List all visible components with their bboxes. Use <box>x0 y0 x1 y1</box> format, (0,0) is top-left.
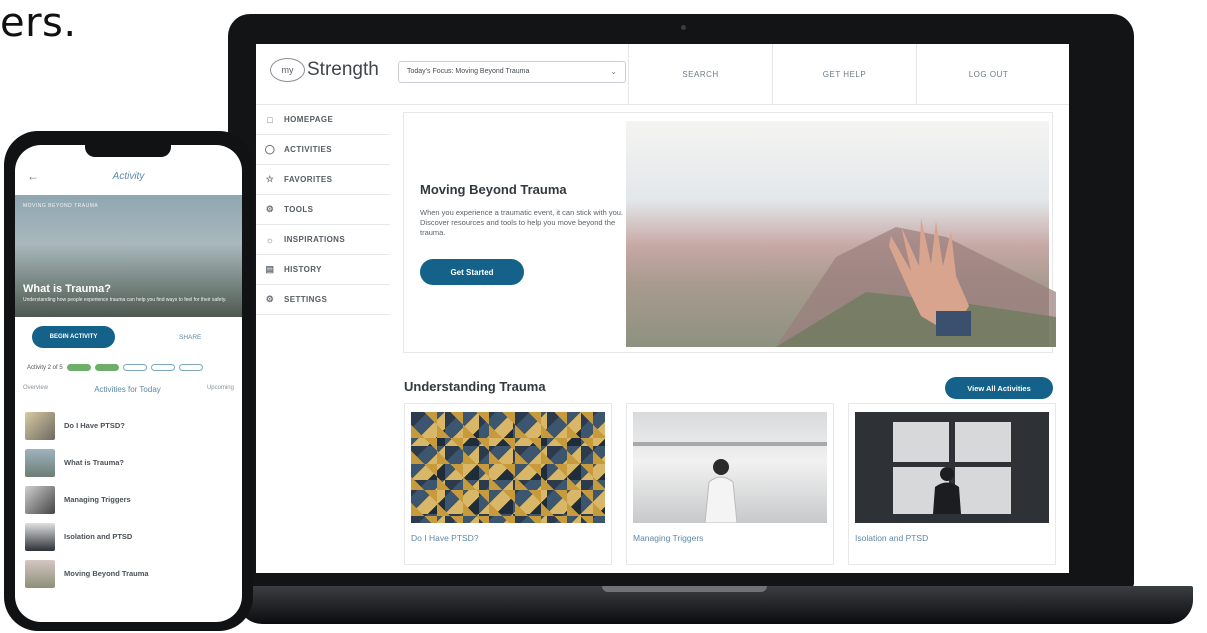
tab-upcoming[interactable]: Upcoming <box>207 385 234 394</box>
star-icon: ☆ <box>265 174 275 184</box>
progress-pill <box>150 364 175 371</box>
logo-text: Strength <box>307 59 379 80</box>
phone-header-title: Activity <box>112 171 145 182</box>
sidebar-item-activities[interactable]: ◯ ACTIVITIES <box>256 135 390 165</box>
phone-hero: MOVING BEYOND TRAUMA What is Trauma? Und… <box>15 195 242 317</box>
laptop-camera <box>681 25 686 30</box>
sidebar-item-inspirations[interactable]: ☼ INSPIRATIONS <box>256 225 390 255</box>
focus-select-value: Today's Focus: Moving Beyond Trauma <box>407 68 530 75</box>
activity-card[interactable]: Do I Have PTSD? <box>404 403 612 565</box>
progress-pill <box>122 364 147 371</box>
phone-screen: ← Activity MOVING BEYOND TRAUMA What is … <box>15 145 242 622</box>
laptop-hinge <box>602 586 767 592</box>
list-thumb <box>25 448 55 477</box>
list-thumb <box>25 522 55 551</box>
list-item-label: Managing Triggers <box>64 495 131 504</box>
card-title[interactable]: Do I Have PTSD? <box>411 533 479 543</box>
hero-description: When you experience a traumatic event, i… <box>420 208 624 237</box>
list-item[interactable]: Managing Triggers <box>15 481 242 518</box>
get-started-button[interactable]: Get Started <box>420 259 524 285</box>
list-item-label: Do I Have PTSD? <box>64 421 125 430</box>
phone-hero-title: What is Trauma? <box>23 283 112 295</box>
phone-hero-category: MOVING BEYOND TRAUMA <box>23 203 99 209</box>
sidebar-item-history[interactable]: ▤ HISTORY <box>256 255 390 285</box>
list-item[interactable]: Isolation and PTSD <box>15 518 242 555</box>
person-silhouette <box>633 442 827 524</box>
activity-card[interactable]: Isolation and PTSD <box>848 403 1056 565</box>
list-item-label: Moving Beyond Trauma <box>64 569 149 578</box>
tools-icon: ⚙ <box>265 204 275 214</box>
phone-hero-subtitle: Understanding how people experience trau… <box>23 297 227 303</box>
sidebar-item-favorites[interactable]: ☆ FAVORITES <box>256 165 390 195</box>
hero-title: Moving Beyond Trauma <box>420 182 567 197</box>
hero-image <box>626 121 1056 347</box>
home-icon: □ <box>267 114 273 125</box>
focus-select[interactable]: Today's Focus: Moving Beyond Trauma ⌄ <box>398 61 626 83</box>
list-item[interactable]: What is Trauma? <box>15 444 242 481</box>
sidebar-item-settings[interactable]: ⚙ SETTINGS <box>256 285 390 315</box>
progress-pill <box>94 364 119 371</box>
phone-tabs: Overview Activities for Today Upcoming <box>15 385 242 394</box>
activity-progress: Activity 2 of 5 <box>27 364 203 371</box>
phone-activity-list: Do I Have PTSD? What is Trauma? Managing… <box>15 407 242 592</box>
sidebar-item-label: HISTORY <box>284 265 322 274</box>
sidebar-item-homepage[interactable]: □ HOMEPAGE <box>256 105 390 135</box>
list-item[interactable]: Moving Beyond Trauma <box>15 555 242 592</box>
sidebar-item-label: INSPIRATIONS <box>284 235 346 244</box>
phone-frame: ← Activity MOVING BEYOND TRAUMA What is … <box>4 131 253 631</box>
list-thumb <box>25 485 55 514</box>
share-link[interactable]: SHARE <box>179 334 201 341</box>
settings-icon: ⚙ <box>265 294 275 304</box>
progress-pill <box>66 364 91 371</box>
progress-label: Activity 2 of 5 <box>27 364 63 371</box>
logo[interactable]: my Strength <box>270 58 379 82</box>
history-icon: ▤ <box>265 264 275 274</box>
list-item-label: What is Trauma? <box>64 458 125 467</box>
list-item[interactable]: Do I Have PTSD? <box>15 407 242 444</box>
phone-notch <box>85 145 171 157</box>
hero-banner: Moving Beyond Trauma When you experience… <box>403 112 1056 353</box>
chevron-down-icon: ⌄ <box>610 67 617 76</box>
search-link[interactable]: SEARCH <box>628 44 772 104</box>
sidebar-item-tools[interactable]: ⚙ TOOLS <box>256 195 390 225</box>
hand-illustration <box>889 218 971 336</box>
card-title[interactable]: Isolation and PTSD <box>855 533 928 543</box>
list-thumb <box>25 559 55 588</box>
card-image <box>411 412 605 523</box>
get-help-link[interactable]: GET HELP <box>772 44 916 104</box>
card-image <box>855 412 1049 523</box>
window-silhouette <box>893 422 1011 514</box>
desktop-screen: my Strength Today's Focus: Moving Beyond… <box>256 44 1069 573</box>
begin-activity-button[interactable]: BEGIN ACTIVITY <box>32 326 115 348</box>
phone-header: ← Activity <box>15 161 242 195</box>
sidebar: □ HOMEPAGE ◯ ACTIVITIES ☆ FAVORITES ⚙ TO… <box>256 105 390 315</box>
card-image <box>633 412 827 524</box>
section-title: Understanding Trauma <box>404 379 546 394</box>
view-all-activities-button[interactable]: View All Activities <box>945 377 1053 399</box>
sidebar-item-label: TOOLS <box>284 205 314 214</box>
progress-pill <box>178 364 203 371</box>
activities-icon: ◯ <box>264 144 276 154</box>
sidebar-item-label: SETTINGS <box>284 295 328 304</box>
sidebar-item-label: FAVORITES <box>284 175 333 184</box>
activity-card[interactable]: Managing Triggers <box>626 403 834 565</box>
top-nav: SEARCH GET HELP LOG OUT <box>628 44 1060 104</box>
list-thumb <box>25 411 55 440</box>
tab-activities-today[interactable]: Activities for Today <box>94 385 161 394</box>
log-out-link[interactable]: LOG OUT <box>916 44 1060 104</box>
sidebar-item-label: ACTIVITIES <box>284 145 333 154</box>
tab-overview[interactable]: Overview <box>23 385 48 394</box>
partial-heading: ers. <box>0 0 77 46</box>
logo-badge: my <box>270 58 305 82</box>
sidebar-item-label: HOMEPAGE <box>284 115 334 124</box>
inspirations-icon: ☼ <box>265 234 275 245</box>
top-bar: my Strength Today's Focus: Moving Beyond… <box>256 44 1069 105</box>
card-title[interactable]: Managing Triggers <box>633 533 703 543</box>
list-item-label: Isolation and PTSD <box>64 532 133 541</box>
